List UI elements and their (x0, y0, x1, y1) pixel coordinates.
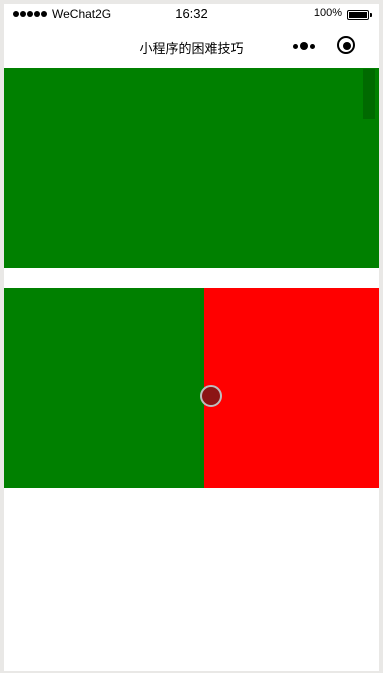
scrollbar[interactable] (363, 69, 375, 119)
green-scroll-view[interactable] (4, 68, 379, 268)
status-bar: WeChat2G 16:32 100% (4, 4, 379, 24)
slider-compare-area[interactable] (4, 288, 379, 488)
red-panel (204, 288, 379, 488)
target-close-icon[interactable] (337, 36, 357, 56)
battery-icon (347, 10, 372, 20)
more-dots-icon[interactable] (289, 38, 319, 54)
green-panel (4, 288, 204, 488)
battery-percent: 100% (313, 7, 342, 19)
navigation-bar: 小程序的困难技巧 (4, 24, 379, 68)
phone-screen: WeChat2G 16:32 100% 小程序的困难技巧 (4, 4, 379, 671)
drag-handle[interactable] (200, 385, 222, 407)
page-title: 小程序的困难技巧 (139, 41, 244, 56)
